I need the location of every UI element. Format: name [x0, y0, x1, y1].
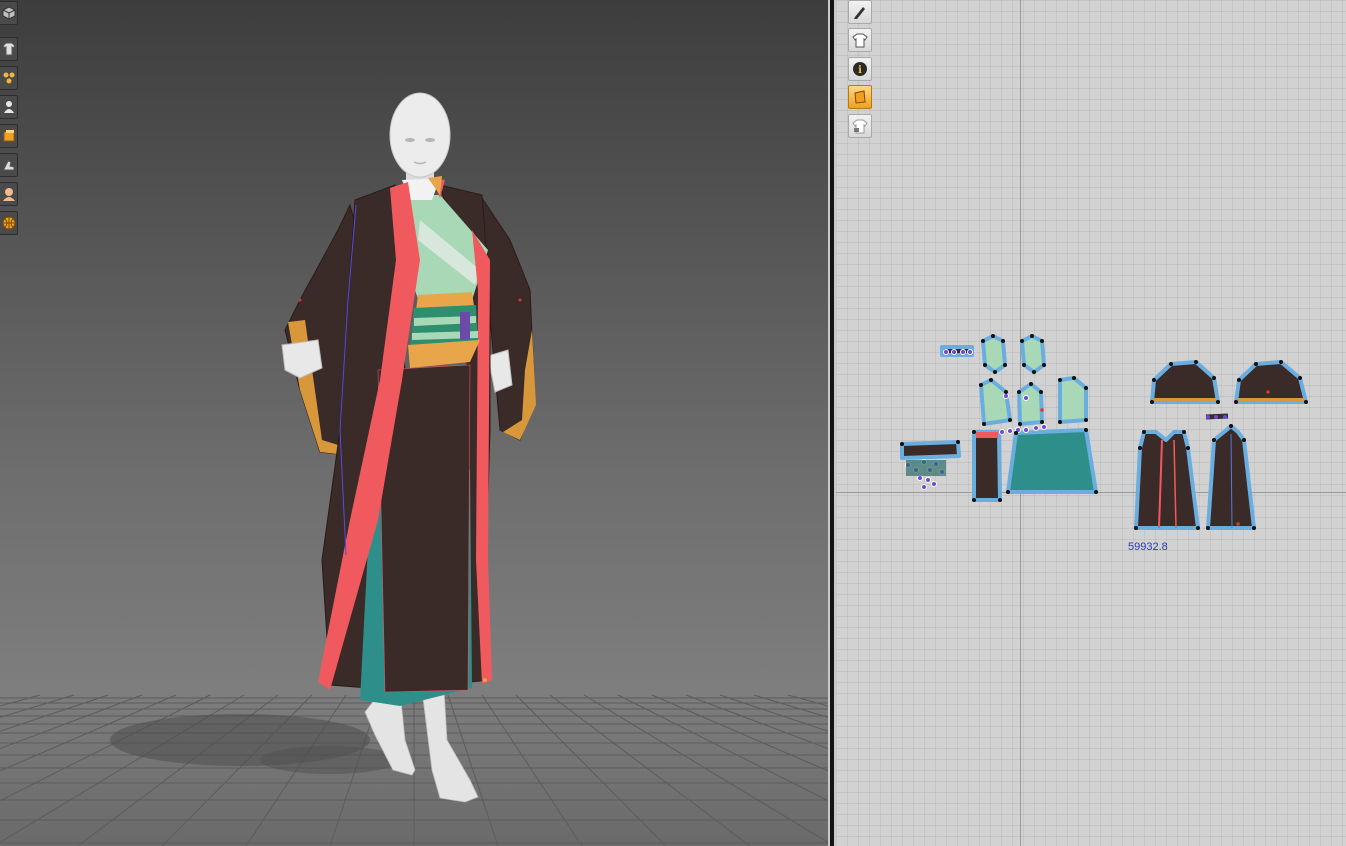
- pattern-inner-top-left: [979, 378, 1012, 426]
- pattern-measurement-label: 59932.8: [1128, 541, 1168, 553]
- svg-text:i: i: [858, 65, 862, 76]
- locked-shirt-icon[interactable]: [848, 114, 872, 138]
- texture-icon[interactable]: [848, 85, 872, 109]
- shoe-display-icon[interactable]: [0, 153, 18, 177]
- pattern-pieces[interactable]: [836, 0, 1346, 846]
- avatar-legs: [364, 689, 479, 803]
- pattern-skirt: [1006, 428, 1098, 494]
- skin-display-icon[interactable]: [0, 182, 18, 206]
- pattern-sash: [972, 430, 1002, 502]
- viewport-2d-pattern[interactable]: i 59932.8: [836, 0, 1346, 846]
- info-icon[interactable]: i: [848, 57, 872, 81]
- pattern-inner-top-mid: [1017, 382, 1044, 426]
- avatar-garment-render[interactable]: [0, 0, 828, 846]
- points-display-icon[interactable]: [0, 66, 18, 90]
- avatar-display-icon[interactable]: [0, 95, 18, 119]
- pattern-belt: [900, 440, 961, 460]
- viewport-splitter[interactable]: [828, 0, 836, 846]
- pattern-inner-top-right: [1058, 376, 1088, 424]
- avatar-head: [389, 92, 451, 190]
- shirt-display-icon[interactable]: [848, 28, 872, 52]
- globe-environment-icon[interactable]: [0, 211, 18, 235]
- texture-display-icon[interactable]: [0, 124, 18, 148]
- viewport-3d[interactable]: [0, 0, 828, 846]
- pattern-sleeve-left: [1150, 360, 1220, 404]
- garment-display-icon[interactable]: [0, 37, 18, 61]
- pattern-sleeve-right: [1234, 360, 1308, 404]
- cube-view-icon[interactable]: [0, 1, 18, 25]
- pen-edit-icon[interactable]: [848, 0, 872, 24]
